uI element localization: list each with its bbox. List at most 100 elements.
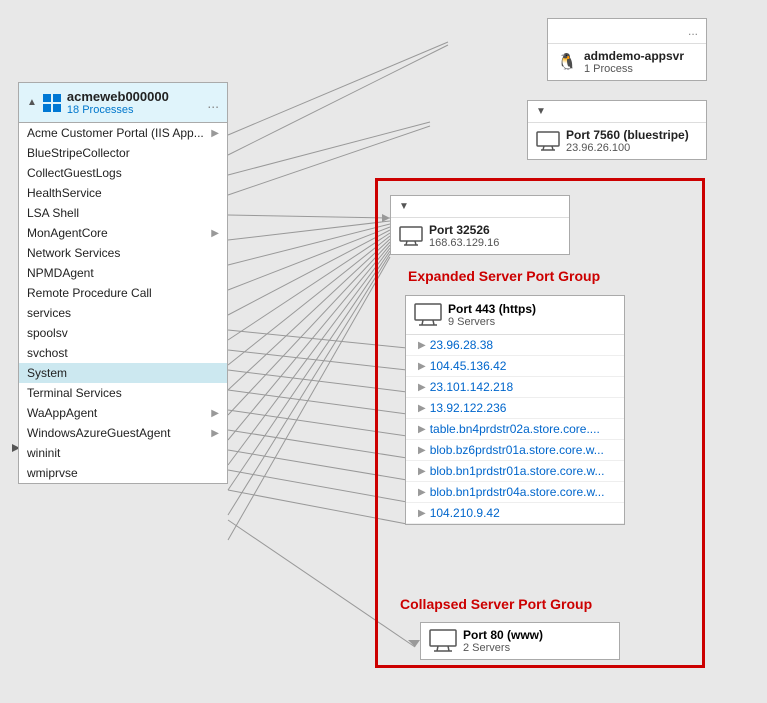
admdemo-header: ...	[548, 19, 706, 44]
process-item[interactable]: services	[19, 303, 227, 323]
process-name: Remote Procedure Call	[27, 286, 152, 300]
process-arrow: ▶	[211, 228, 219, 239]
panel-title: acmeweb000000	[67, 89, 169, 104]
arrow-icon: ▶	[418, 403, 426, 414]
process-name: BlueStripeCollector	[27, 146, 130, 160]
process-item[interactable]: Acme Customer Portal (IIS App... ▶	[19, 123, 227, 143]
server-address: 104.210.9.42	[430, 506, 500, 520]
port7560-title: Port 7560 (bluestripe)	[566, 128, 689, 142]
server-item[interactable]: ▶ 104.210.9.42	[406, 503, 624, 524]
collapsed-group-label: Collapsed Server Port Group	[400, 596, 592, 612]
panel-header: ▲ acmeweb000000 18 Processes ...	[19, 83, 227, 123]
port443-count: 9 Servers	[448, 316, 536, 328]
acmeweb-panel: ▲ acmeweb000000 18 Processes ... Acme Cu…	[18, 82, 228, 484]
arrow-icon: ▶	[418, 466, 426, 477]
process-item[interactable]: Remote Procedure Call	[19, 283, 227, 303]
process-item[interactable]: wmiprvse	[19, 463, 227, 483]
process-name: svchost	[27, 346, 68, 360]
admdemo-subtitle: 1 Process	[584, 63, 684, 75]
process-item[interactable]: BlueStripeCollector	[19, 143, 227, 163]
port80-group: Port 80 (www) 2 Servers	[420, 622, 620, 660]
monitor-icon-443	[414, 303, 442, 327]
process-item[interactable]: NPMDAgent	[19, 263, 227, 283]
process-item[interactable]: Network Services	[19, 243, 227, 263]
port32526-title: Port 32526	[429, 223, 499, 237]
server-list: ▶23.96.28.38▶104.45.136.42▶23.101.142.21…	[406, 334, 624, 524]
port32526-panel: ▼ Port 32526 168.63.129.16	[390, 195, 570, 255]
server-address: blob.bn1prdstr04a.store.core.w...	[430, 485, 605, 499]
port7560-subtitle: 23.96.26.100	[566, 142, 689, 154]
process-name: services	[27, 306, 71, 320]
port80-info: Port 80 (www) 2 Servers	[463, 628, 543, 654]
menu-icon[interactable]: ...	[688, 24, 698, 38]
expand-arrow-32526[interactable]: ▼	[399, 201, 409, 212]
server-item[interactable]: ▶ blob.bz6prdstr01a.store.core.w...	[406, 440, 624, 461]
process-name: WaAppAgent	[27, 406, 97, 420]
port7560-panel: ▼ Port 7560 (bluestripe) 23.96.26.100	[527, 100, 707, 160]
process-item[interactable]: WindowsAzureGuestAgent ▶	[19, 423, 227, 443]
server-item[interactable]: ▶ table.bn4prdstr02a.store.core....	[406, 419, 624, 440]
process-name: wmiprvse	[27, 466, 78, 480]
server-item[interactable]: ▶104.45.136.42	[406, 356, 624, 377]
server-item[interactable]: ▶blob.bn1prdstr01a.store.core.w...	[406, 461, 624, 482]
port32526-info: Port 32526 168.63.129.16	[429, 223, 499, 249]
port443-title: Port 443 (https)	[448, 302, 536, 316]
server-item[interactable]: ▶23.96.28.38	[406, 335, 624, 356]
port443-group: Port 443 (https) 9 Servers ▶23.96.28.38▶…	[405, 295, 625, 525]
process-name: HealthService	[27, 186, 102, 200]
process-arrow: ▶	[211, 408, 219, 419]
process-item[interactable]: wininit	[19, 443, 227, 463]
port80-title: Port 80 (www)	[463, 628, 543, 642]
process-name: Network Services	[27, 246, 120, 260]
process-name: NPMDAgent	[27, 266, 94, 280]
process-list: Acme Customer Portal (IIS App... ▶ BlueStr…	[19, 123, 227, 483]
port32526-subtitle: 168.63.129.16	[429, 237, 499, 249]
server-address: 23.101.142.218	[430, 380, 513, 394]
panel-menu-button[interactable]: ...	[207, 95, 219, 111]
process-name: Terminal Services	[27, 386, 122, 400]
process-item[interactable]: Terminal Services	[19, 383, 227, 403]
process-item[interactable]: spoolsv	[19, 323, 227, 343]
process-item[interactable]: HealthService	[19, 183, 227, 203]
port80-count: 2 Servers	[463, 642, 543, 654]
server-item[interactable]: ▶ 23.101.142.218	[406, 377, 624, 398]
process-name: CollectGuestLogs	[27, 166, 122, 180]
process-name: LSA Shell	[27, 206, 79, 220]
monitor-icon-80	[429, 629, 457, 653]
expand-arrow[interactable]: ▼	[536, 106, 546, 117]
server-address: blob.bz6prdstr01a.store.core.w...	[430, 443, 604, 457]
process-name: MonAgentCore	[27, 226, 108, 240]
process-item[interactable]: WaAppAgent ▶	[19, 403, 227, 423]
arrow-icon: ▶	[418, 508, 426, 519]
server-item[interactable]: ▶ blob.bn1prdstr04a.store.core.w...	[406, 482, 624, 503]
admdemo-title: admdemo-appsvr	[584, 49, 684, 63]
panel-subtitle: 18 Processes	[67, 104, 169, 116]
process-item[interactable]: MonAgentCore ▶	[19, 223, 227, 243]
process-arrow: ▶	[211, 428, 219, 439]
arrow-icon: ▶	[418, 382, 426, 393]
admdemo-info: admdemo-appsvr 1 Process	[584, 49, 684, 75]
arrow-icon: ▶	[418, 487, 426, 498]
port443-header: Port 443 (https) 9 Servers	[406, 296, 624, 334]
arrow-icon: ▶	[418, 424, 426, 435]
port7560-header: ▼	[528, 101, 706, 123]
process-item[interactable]: CollectGuestLogs	[19, 163, 227, 183]
process-item[interactable]: svchost	[19, 343, 227, 363]
server-item[interactable]: ▶13.92.122.236	[406, 398, 624, 419]
process-item[interactable]: System	[19, 363, 227, 383]
collapse-icon[interactable]: ▲	[27, 97, 37, 108]
windows-icon	[43, 94, 61, 112]
process-name: WindowsAzureGuestAgent	[27, 426, 170, 440]
server-address: table.bn4prdstr02a.store.core....	[430, 422, 600, 436]
arrow-icon: ▶	[418, 445, 426, 456]
server-address: 23.96.28.38	[430, 338, 493, 352]
arrow-icon: ▶	[418, 361, 426, 372]
process-name: spoolsv	[27, 326, 68, 340]
port32526-header: ▼	[391, 196, 569, 218]
process-name: Acme Customer Portal (IIS App...	[27, 126, 204, 140]
expanded-group-label: Expanded Server Port Group	[408, 268, 600, 284]
linux-icon: 🐧	[556, 51, 578, 73]
process-arrow: ▶	[211, 128, 219, 139]
port443-info: Port 443 (https) 9 Servers	[448, 302, 536, 328]
process-item[interactable]: LSA Shell	[19, 203, 227, 223]
